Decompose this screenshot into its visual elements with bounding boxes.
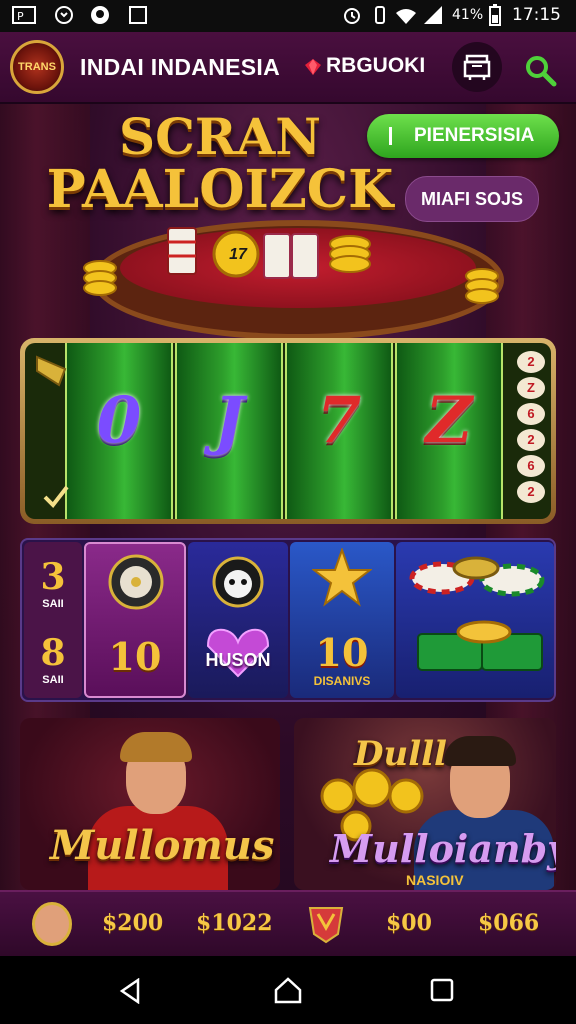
gem-icon: [304, 58, 322, 76]
system-nav-bar: [0, 956, 576, 1024]
casino-chips-icon: [409, 556, 545, 671]
promo-1-name: Mullomus: [50, 822, 275, 869]
green-cta-button[interactable]: PIENERSISIA: [367, 114, 559, 158]
search-icon: [526, 56, 557, 87]
tile3-number: 10: [315, 630, 369, 675]
reel-4: Z: [395, 343, 503, 519]
roulette-tile[interactable]: 10: [84, 542, 186, 698]
balance-amount-2: $1022: [196, 910, 273, 936]
bottom-bar: $200 $1022 $00 $066: [0, 890, 576, 958]
side-number: Z: [517, 377, 545, 399]
battery-percent: 41%: [452, 7, 484, 23]
game-tiles: 3 SAII 8 SAII 10 HUSON 10 DISANIVS: [20, 538, 556, 702]
side-number: 6: [517, 455, 545, 477]
purple-cta-button[interactable]: MIAFI SOJS: [405, 176, 539, 222]
reel-symbol-4: Z: [425, 383, 473, 458]
table-chips: [167, 227, 371, 279]
svg-text:P: P: [17, 10, 24, 23]
green-cta-label: PIENERSISIA: [414, 125, 535, 146]
side-number: 2: [517, 481, 545, 503]
register-button[interactable]: RBGUOKI: [326, 54, 425, 78]
clock: 17:15: [512, 5, 561, 25]
promo-card-1[interactable]: Mullomus: [20, 718, 280, 890]
recents-button[interactable]: [430, 978, 454, 1007]
back-button[interactable]: [118, 977, 142, 1009]
counter-tile: 3 SAII 8 SAII: [24, 542, 82, 698]
back-icon: [119, 977, 140, 1005]
balance-amount-3: $00: [386, 910, 432, 936]
wifi-icon: [394, 5, 418, 25]
chips-tile[interactable]: [396, 542, 554, 698]
promo-2-name: Mulloianby: [330, 826, 556, 871]
slot-machine[interactable]: 0 J 7 Z 2 Z 6 2 6 2: [20, 338, 556, 524]
messenger-icon: [90, 5, 110, 25]
counter-top-sub: SAII: [42, 598, 64, 610]
chip-stack-left: [83, 260, 117, 296]
app-header: TRANS INDAI INDANESIA RBGUOKI: [0, 32, 576, 104]
hero-title-line2: PAALOIZCK: [46, 159, 394, 220]
cashier-button[interactable]: [452, 42, 502, 92]
counter-bottom-sub: SAII: [42, 674, 64, 686]
home-button[interactable]: [274, 976, 302, 1009]
slot-side-column: 2 Z 6 2 6 2: [517, 351, 545, 503]
reel-symbol-2: J: [213, 383, 245, 458]
hero-title: SCRAN PAALOIZCK: [30, 112, 410, 216]
button-bar-icon: [389, 127, 392, 145]
balance-amount-1: $200: [102, 910, 164, 936]
avatar[interactable]: [32, 902, 72, 946]
reel-2: J: [175, 343, 283, 519]
tile3-sub: DISANIVS: [313, 674, 371, 688]
status-bar: P 41% 17:15: [0, 0, 576, 32]
app-title: INDAI INDANESIA: [80, 54, 281, 80]
whatsapp-icon: [54, 5, 74, 25]
side-number: 2: [517, 429, 545, 451]
side-number: 6: [517, 403, 545, 425]
table-chip-number: 17: [229, 246, 247, 263]
hero-title-line1: SCRAN: [119, 107, 321, 166]
slot-reels: 0 J 7 Z 2 Z 6 2 6 2: [25, 343, 551, 519]
vibrate-icon: [372, 5, 388, 25]
panda-tile[interactable]: HUSON: [188, 542, 288, 698]
square-notification-icon: [128, 5, 148, 25]
search-button[interactable]: [520, 50, 560, 90]
roulette-icon: [108, 554, 164, 610]
home-icon: [274, 977, 302, 1004]
chip-stack-right: [465, 268, 499, 304]
promo-2-sub: NASIOIV: [406, 872, 464, 888]
alarm-icon: [342, 5, 362, 25]
brand-logo[interactable]: TRANS: [10, 40, 64, 94]
star-icon: [312, 548, 372, 607]
notification-icon: P: [12, 5, 38, 25]
battery-icon: [488, 4, 502, 26]
person-hair: [120, 732, 192, 762]
reel-1: 0: [65, 343, 173, 519]
panda-icon: [212, 556, 264, 608]
tile1-number: 10: [108, 634, 162, 679]
counter-bottom: 8: [40, 632, 66, 674]
check-icon: [43, 485, 69, 509]
badge-icon[interactable]: [306, 904, 346, 944]
reel-symbol-1: 0: [96, 383, 142, 458]
reel-3: 7: [285, 343, 393, 519]
side-number: 2: [517, 351, 545, 373]
promo-card-2[interactable]: Dulllus Mulloianby NASIOIV: [294, 718, 556, 890]
recents-icon: [430, 978, 454, 1002]
lever-icon: [36, 355, 67, 387]
reel-symbol-3: 7: [316, 383, 362, 458]
person-hair: [444, 736, 516, 766]
main-content: 17 SCRAN PAALOIZCK PIENERSISIA MIAFI SOJ…: [0, 104, 576, 890]
counter-top: 3: [40, 556, 66, 598]
tile2-label: HUSON: [205, 650, 271, 670]
balance-amount-4: $066: [478, 910, 540, 936]
signal-icon: [422, 5, 444, 25]
star-tile[interactable]: 10 DISANIVS: [290, 542, 394, 698]
cashier-icon: [463, 54, 491, 80]
